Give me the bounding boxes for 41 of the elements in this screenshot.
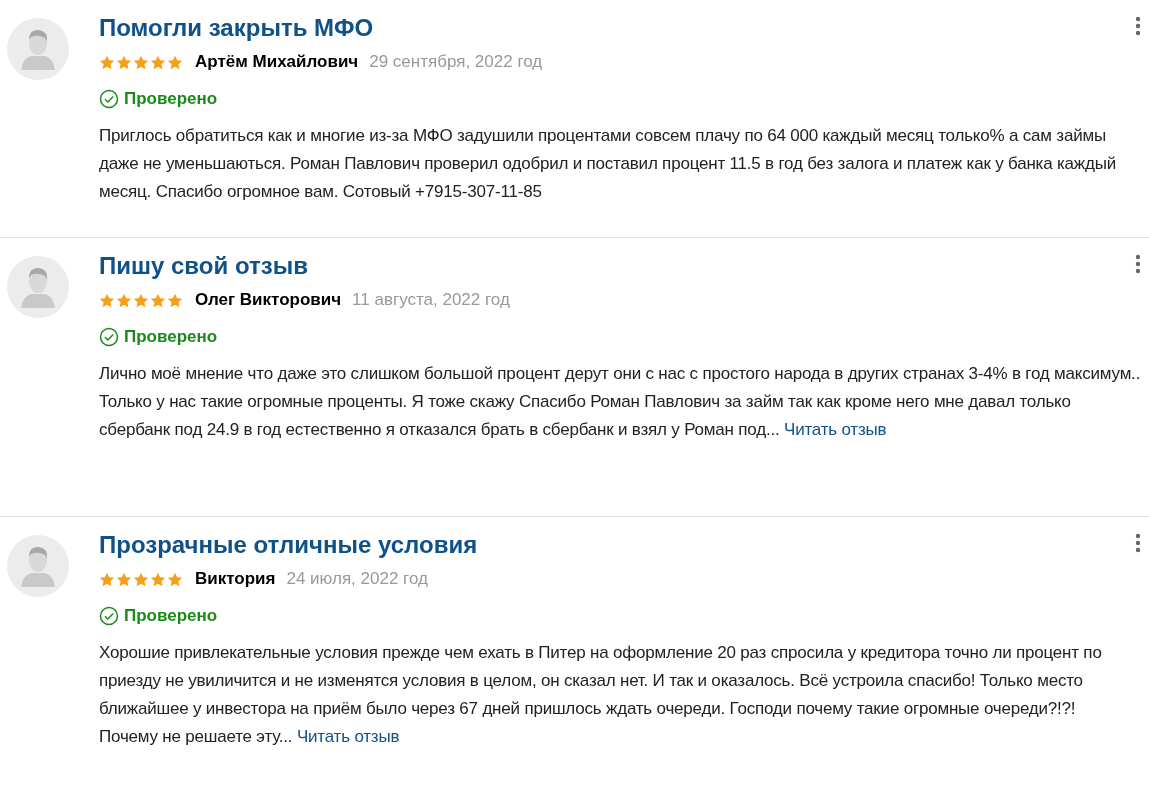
author-name: Виктория	[195, 568, 276, 591]
star-icon	[99, 571, 115, 587]
star-icon	[167, 292, 183, 308]
more-options-icon[interactable]	[1135, 16, 1141, 36]
read-review-link[interactable]: Читать отзыв	[296, 726, 400, 746]
review-date: 24 июля, 2022 год	[286, 568, 428, 591]
verified-label: Проверено	[124, 605, 218, 627]
star-icon	[150, 571, 166, 587]
star-icon	[116, 571, 132, 587]
review-title[interactable]: Помогли закрыть МФО	[99, 14, 374, 42]
star-icon	[167, 54, 183, 70]
avatar	[7, 256, 69, 318]
star-icon	[133, 571, 149, 587]
review-text: Приглось обратиться как и многие из-за МФО задушили процентами совсем плачу по 64 000 каждый месяц только% а сам займы даже не уменьшаються. Роман Павлович проверил одобрил и поставил процент 11.5 в год без залога и платеж как у банка каждый месяц. Спасибо огромное вам. Сотовый +7915-307-11-85	[99, 124, 1118, 203]
check-circle-icon	[99, 326, 119, 347]
verified-label: Проверено	[124, 326, 218, 348]
star-icon	[99, 292, 115, 308]
review-text: Хорошие привлекательные условия прежде чем ехать в Питер на оформление 20 раз спросила у кредитора точно ли процент по приезду не увиличится и не изменятся условия в целом, он сказал нет. И так и оказалось. Всё устроила спасибо! Только место ближайшее у инвестора на приём было через 67 дней пришлось ждать очереди. Господи почему такие огромные очереди?!?! Почему не решаете эту... Читать отзыв	[99, 641, 1103, 748]
avatar	[7, 18, 69, 80]
more-options-icon[interactable]	[1135, 533, 1141, 553]
review-title[interactable]: Прозрачные отличные условия	[99, 531, 478, 559]
avatar	[7, 535, 69, 597]
star-icon	[116, 54, 132, 70]
star-icon	[133, 54, 149, 70]
review-date: 29 сентября, 2022 год	[369, 51, 543, 74]
review-date: 11 августа, 2022 год	[352, 289, 510, 312]
star-icon	[116, 292, 132, 308]
read-review-link[interactable]: Читать отзыв	[784, 419, 887, 439]
star-icon	[133, 292, 149, 308]
star-icon	[150, 292, 166, 308]
verified-label: Проверено	[124, 88, 218, 110]
star-icon	[99, 54, 115, 70]
review-text: Лично моё мнение что даже это слишком большой процент дерут они с нас с простого народа в других странах 3-4% в год максимум.. Только у нас такие огромные проценты. Я тоже скажу Спасибо Роман Павлович за займ так как кроме него мне давал только сбербанк под 24.9 в год естественно я отказался брать в сбербанк и взял у Роман под... Читать отзыв	[99, 362, 1141, 441]
author-name: Артём Михайлович	[195, 51, 359, 74]
more-options-icon[interactable]	[1135, 254, 1141, 274]
check-circle-icon	[99, 605, 119, 626]
star-icon	[150, 54, 166, 70]
check-circle-icon	[99, 88, 119, 109]
star-icon	[167, 571, 183, 587]
review-title[interactable]: Пишу свой отзыв	[99, 252, 308, 280]
author-name: Олег Викторович	[195, 289, 342, 312]
